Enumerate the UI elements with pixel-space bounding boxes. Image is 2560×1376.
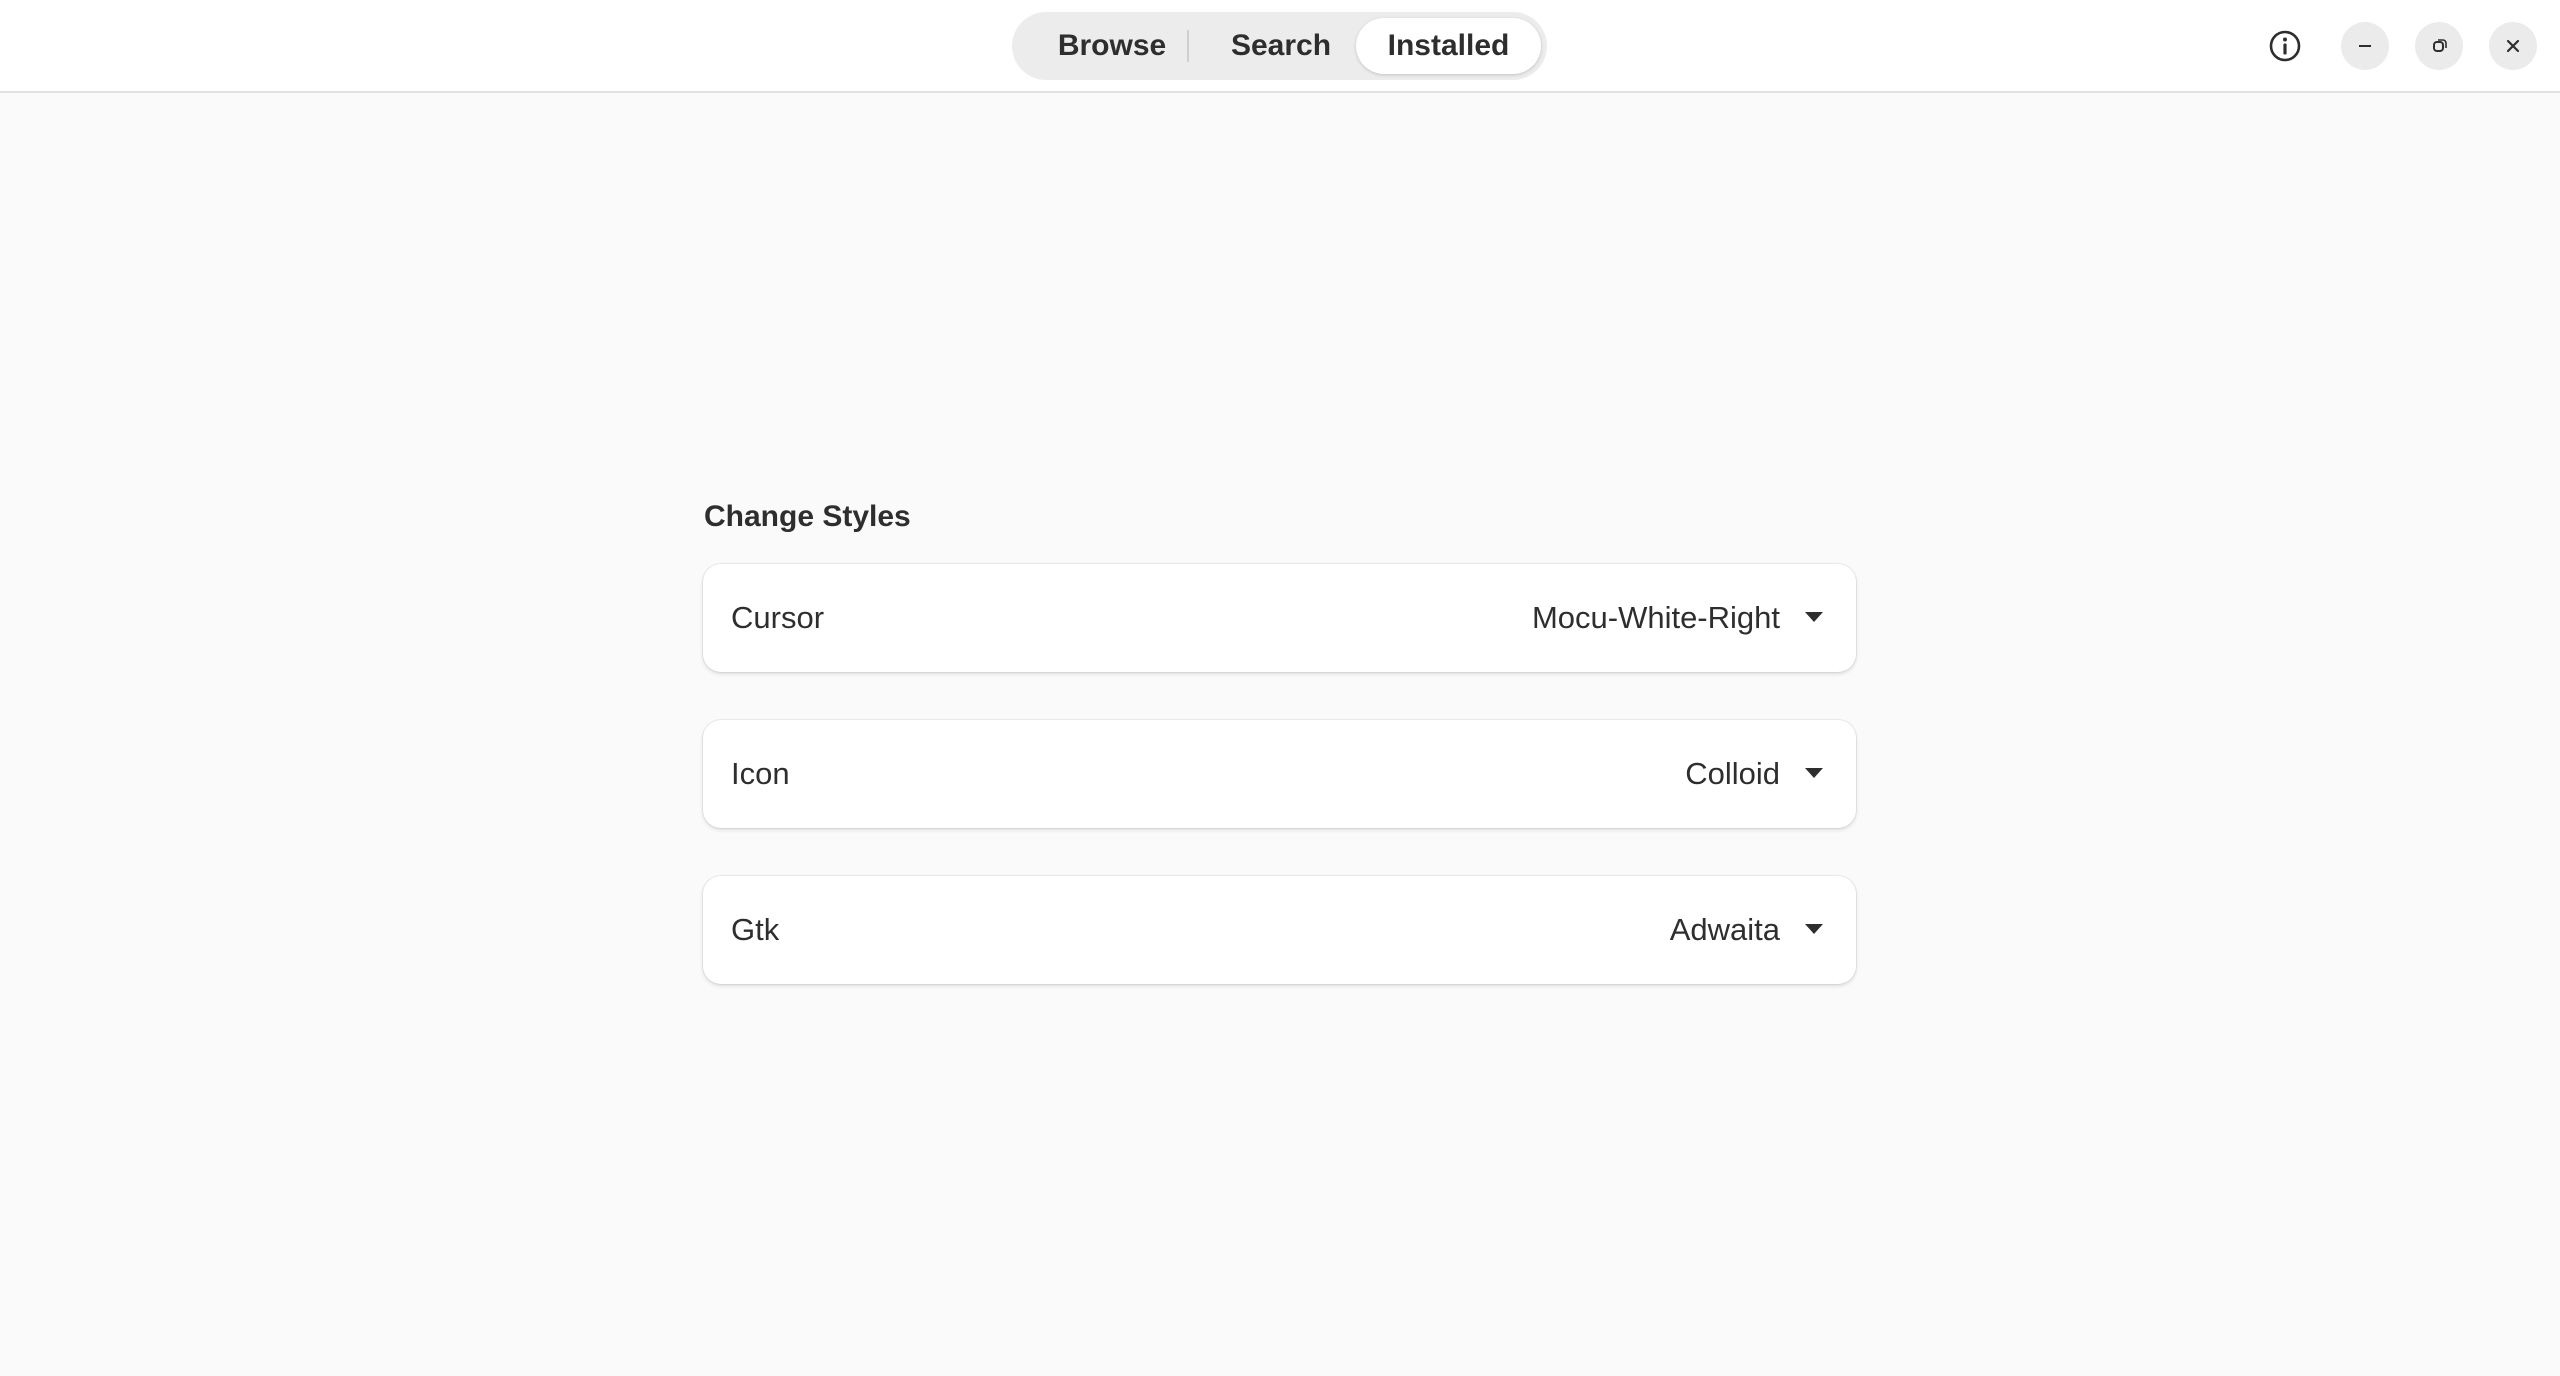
tab-separator xyxy=(1187,30,1189,62)
maximize-button[interactable] xyxy=(2415,22,2463,70)
minimize-icon xyxy=(2359,45,2371,47)
header-bar: Browse Search Installed xyxy=(0,0,2560,93)
row-label: Icon xyxy=(731,756,790,791)
tab-search[interactable]: Search xyxy=(1202,18,1360,74)
gtk-theme-dropdown[interactable]: Gtk Adwaita xyxy=(703,876,1856,984)
row-value: Adwaita xyxy=(1669,912,1780,947)
icon-theme-dropdown[interactable]: Icon Colloid xyxy=(703,720,1856,828)
minimize-button[interactable] xyxy=(2341,22,2389,70)
tab-installed[interactable]: Installed xyxy=(1356,18,1541,74)
view-switcher: Browse Search Installed xyxy=(1012,12,1547,80)
cursor-theme-dropdown[interactable]: Cursor Mocu-White-Right xyxy=(703,564,1856,672)
tab-browse[interactable]: Browse xyxy=(1026,18,1198,74)
close-icon xyxy=(2506,39,2520,53)
maximize-icon xyxy=(2433,39,2447,52)
row-value: Mocu-White-Right xyxy=(1531,600,1780,635)
row-value: Colloid xyxy=(1685,756,1780,791)
dropdown-arrow-icon xyxy=(1805,924,1823,934)
about-button[interactable] xyxy=(2261,22,2309,70)
section-title: Change Styles xyxy=(704,500,911,533)
dropdown-arrow-icon xyxy=(1805,768,1823,778)
info-icon xyxy=(2269,30,2301,62)
row-label: Cursor xyxy=(731,600,825,635)
dropdown-arrow-icon xyxy=(1805,612,1823,622)
close-button[interactable] xyxy=(2489,22,2537,70)
row-label: Gtk xyxy=(731,912,780,947)
